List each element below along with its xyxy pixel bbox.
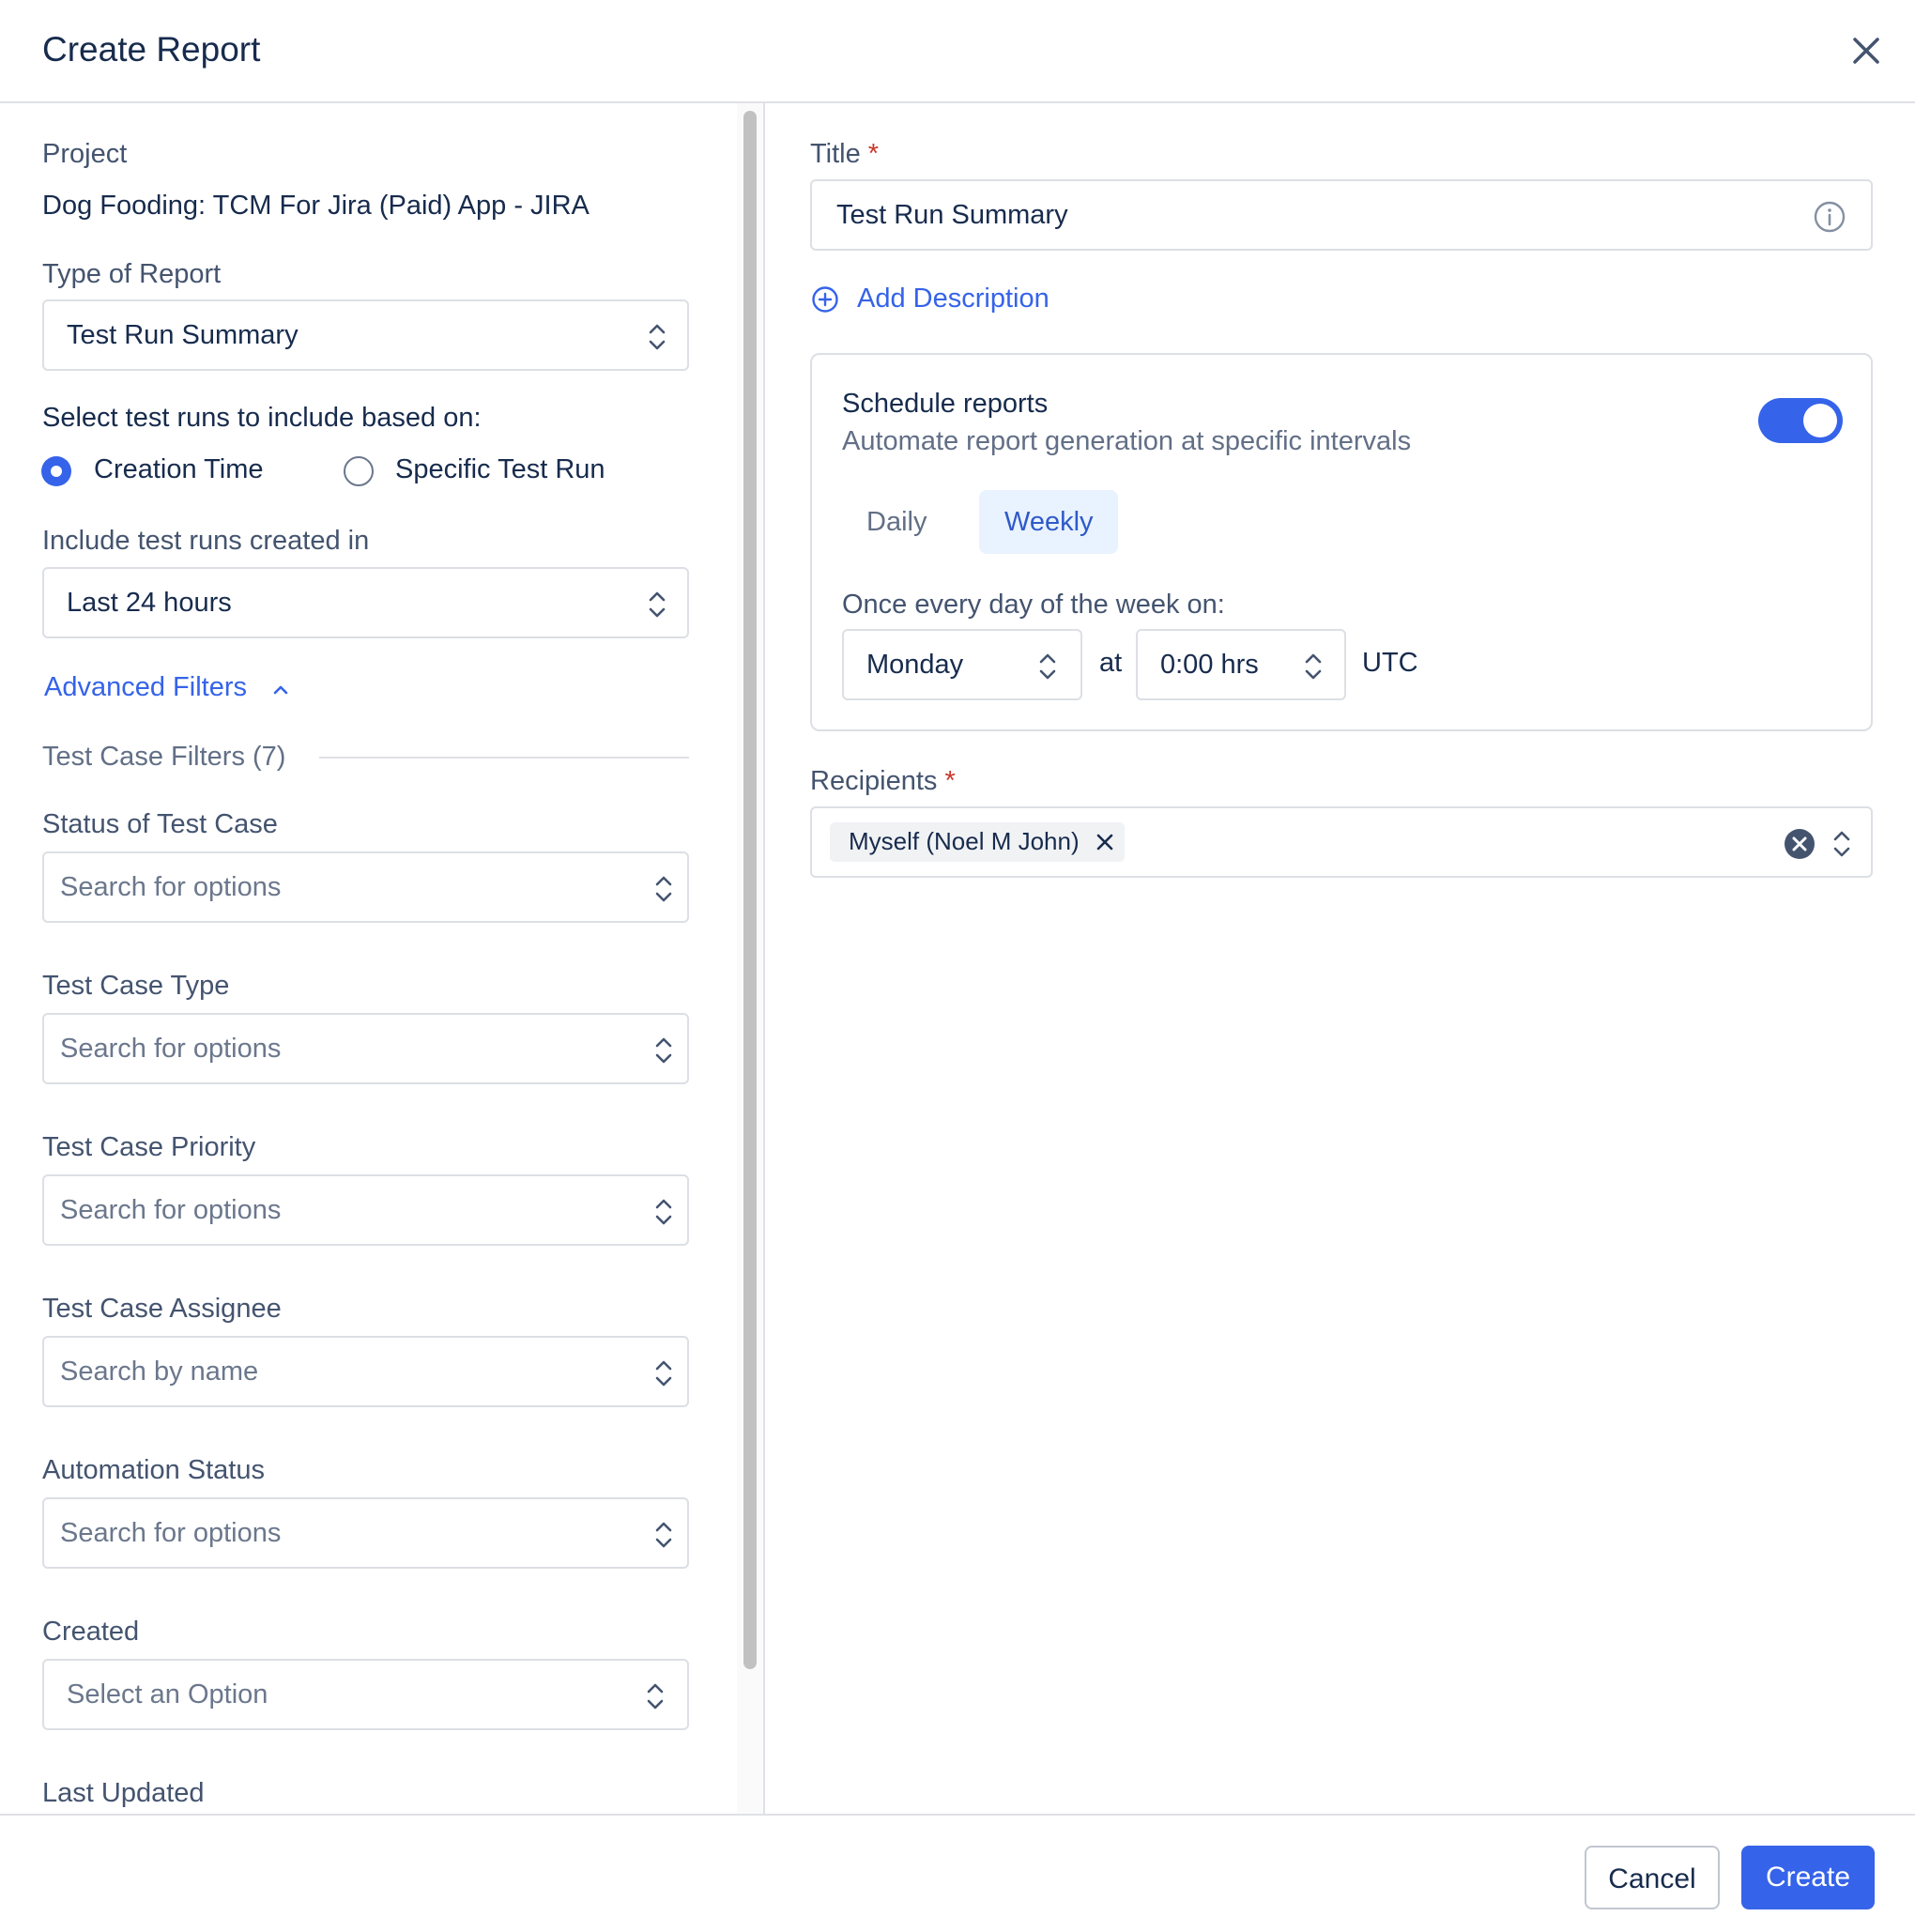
dialog-footer: Cancel Create [0, 1814, 1915, 1932]
remove-icon[interactable] [1095, 832, 1115, 852]
tab-weekly[interactable]: Weekly [979, 490, 1118, 554]
required-mark: * [944, 766, 956, 796]
radio-specific-test-run[interactable] [344, 456, 374, 486]
scrollbar-thumb[interactable] [743, 111, 757, 1669]
add-description-link[interactable]: Add Description [857, 284, 1049, 314]
close-icon[interactable] [1846, 30, 1887, 71]
filter-created-label: Created [42, 1617, 140, 1647]
day-select[interactable]: Monday [842, 629, 1082, 700]
report-type-label: Type of Report [42, 259, 222, 289]
chevron-updown-icon [655, 1360, 672, 1387]
plus-circle-icon[interactable] [811, 285, 839, 314]
tab-daily[interactable]: Daily [842, 490, 955, 554]
filter-status-placeholder: Search for options [60, 872, 282, 902]
chevron-updown-icon [1833, 831, 1850, 857]
filter-status-select[interactable]: Search for options [42, 851, 689, 923]
timezone-label: UTC [1362, 648, 1418, 678]
filter-last-updated-label: Last Updated [42, 1778, 205, 1808]
time-select[interactable]: 0:00 hrs [1136, 629, 1346, 700]
filter-priority-label: Test Case Priority [42, 1132, 256, 1162]
filter-priority-select[interactable]: Search for options [42, 1174, 689, 1246]
required-mark: * [867, 139, 880, 169]
title-input[interactable]: Test Run Summary [810, 179, 1873, 251]
filter-automation-label: Automation Status [42, 1455, 265, 1485]
report-settings-panel: Project Dog Fooding: TCM For Jira (Paid)… [0, 103, 737, 1814]
title-label: Title * [810, 139, 880, 169]
chevron-up-icon[interactable] [270, 680, 291, 700]
select-runs-label: Select test runs to include based on: [42, 403, 482, 433]
chevron-updown-icon [1305, 653, 1322, 680]
schedule-reports-card: Schedule reports Automate report generat… [810, 353, 1873, 731]
chevron-updown-icon [655, 1522, 672, 1548]
filter-type-select[interactable]: Search for options [42, 1013, 689, 1084]
section-divider [319, 757, 689, 759]
filter-created-select[interactable]: Select an Option [42, 1659, 689, 1730]
chevron-updown-icon [655, 876, 672, 902]
title-input-value: Test Run Summary [836, 200, 1068, 230]
frequency-label: Once every day of the week on: [842, 590, 1225, 620]
filter-priority-placeholder: Search for options [60, 1195, 282, 1225]
toggle-knob [1803, 404, 1837, 437]
radio-creation-time[interactable] [41, 456, 71, 486]
recipient-chip: Myself (Noel M John) [830, 822, 1125, 862]
project-value: Dog Fooding: TCM For Jira (Paid) App - J… [42, 191, 590, 221]
project-label: Project [42, 139, 128, 169]
left-panel-scrollbar[interactable] [737, 103, 765, 1814]
filter-assignee-placeholder: Search by name [60, 1357, 259, 1387]
clear-icon[interactable] [1783, 827, 1816, 861]
schedule-subtext: Automate report generation at specific i… [842, 426, 1412, 456]
filter-automation-placeholder: Search for options [60, 1518, 282, 1548]
filter-status-label: Status of Test Case [42, 809, 278, 839]
filter-automation-select[interactable]: Search for options [42, 1497, 689, 1569]
include-runs-value: Last 24 hours [67, 588, 232, 618]
filter-type-placeholder: Search for options [60, 1034, 282, 1064]
info-icon[interactable] [1813, 200, 1846, 234]
include-runs-select[interactable]: Last 24 hours [42, 567, 689, 638]
filter-assignee-label: Test Case Assignee [42, 1294, 282, 1324]
recipients-label: Recipients * [810, 766, 956, 796]
day-value: Monday [866, 650, 964, 680]
dialog-header: Create Report [0, 0, 1915, 103]
include-runs-label: Include test runs created in [42, 526, 370, 556]
chevron-updown-icon [649, 591, 666, 618]
report-details-panel: Title * Test Run Summary Add Description… [765, 103, 1915, 1814]
schedule-toggle[interactable] [1758, 398, 1843, 443]
test-case-filters-heading: Test Case Filters (7) [42, 742, 286, 772]
report-type-value: Test Run Summary [67, 320, 299, 350]
cancel-button[interactable]: Cancel [1585, 1846, 1720, 1909]
recipients-select[interactable]: Myself (Noel M John) [810, 806, 1873, 878]
chevron-updown-icon [647, 1683, 664, 1710]
chevron-updown-icon [1039, 653, 1056, 680]
radio-specific-test-run-label[interactable]: Specific Test Run [395, 454, 605, 485]
create-button[interactable]: Create [1741, 1846, 1875, 1909]
chevron-updown-icon [655, 1037, 672, 1064]
report-type-select[interactable]: Test Run Summary [42, 299, 689, 371]
chevron-updown-icon [655, 1199, 672, 1225]
at-label: at [1099, 648, 1123, 678]
chevron-updown-icon [649, 324, 666, 350]
filter-assignee-select[interactable]: Search by name [42, 1336, 689, 1407]
filter-created-placeholder: Select an Option [67, 1679, 268, 1710]
recipient-chip-label: Myself (Noel M John) [849, 827, 1080, 855]
radio-creation-time-label[interactable]: Creation Time [94, 454, 264, 485]
time-value: 0:00 hrs [1160, 650, 1259, 680]
dialog-title: Create Report [42, 30, 261, 69]
advanced-filters-toggle[interactable]: Advanced Filters [44, 672, 247, 703]
schedule-heading: Schedule reports [842, 389, 1049, 419]
filter-type-label: Test Case Type [42, 971, 230, 1001]
